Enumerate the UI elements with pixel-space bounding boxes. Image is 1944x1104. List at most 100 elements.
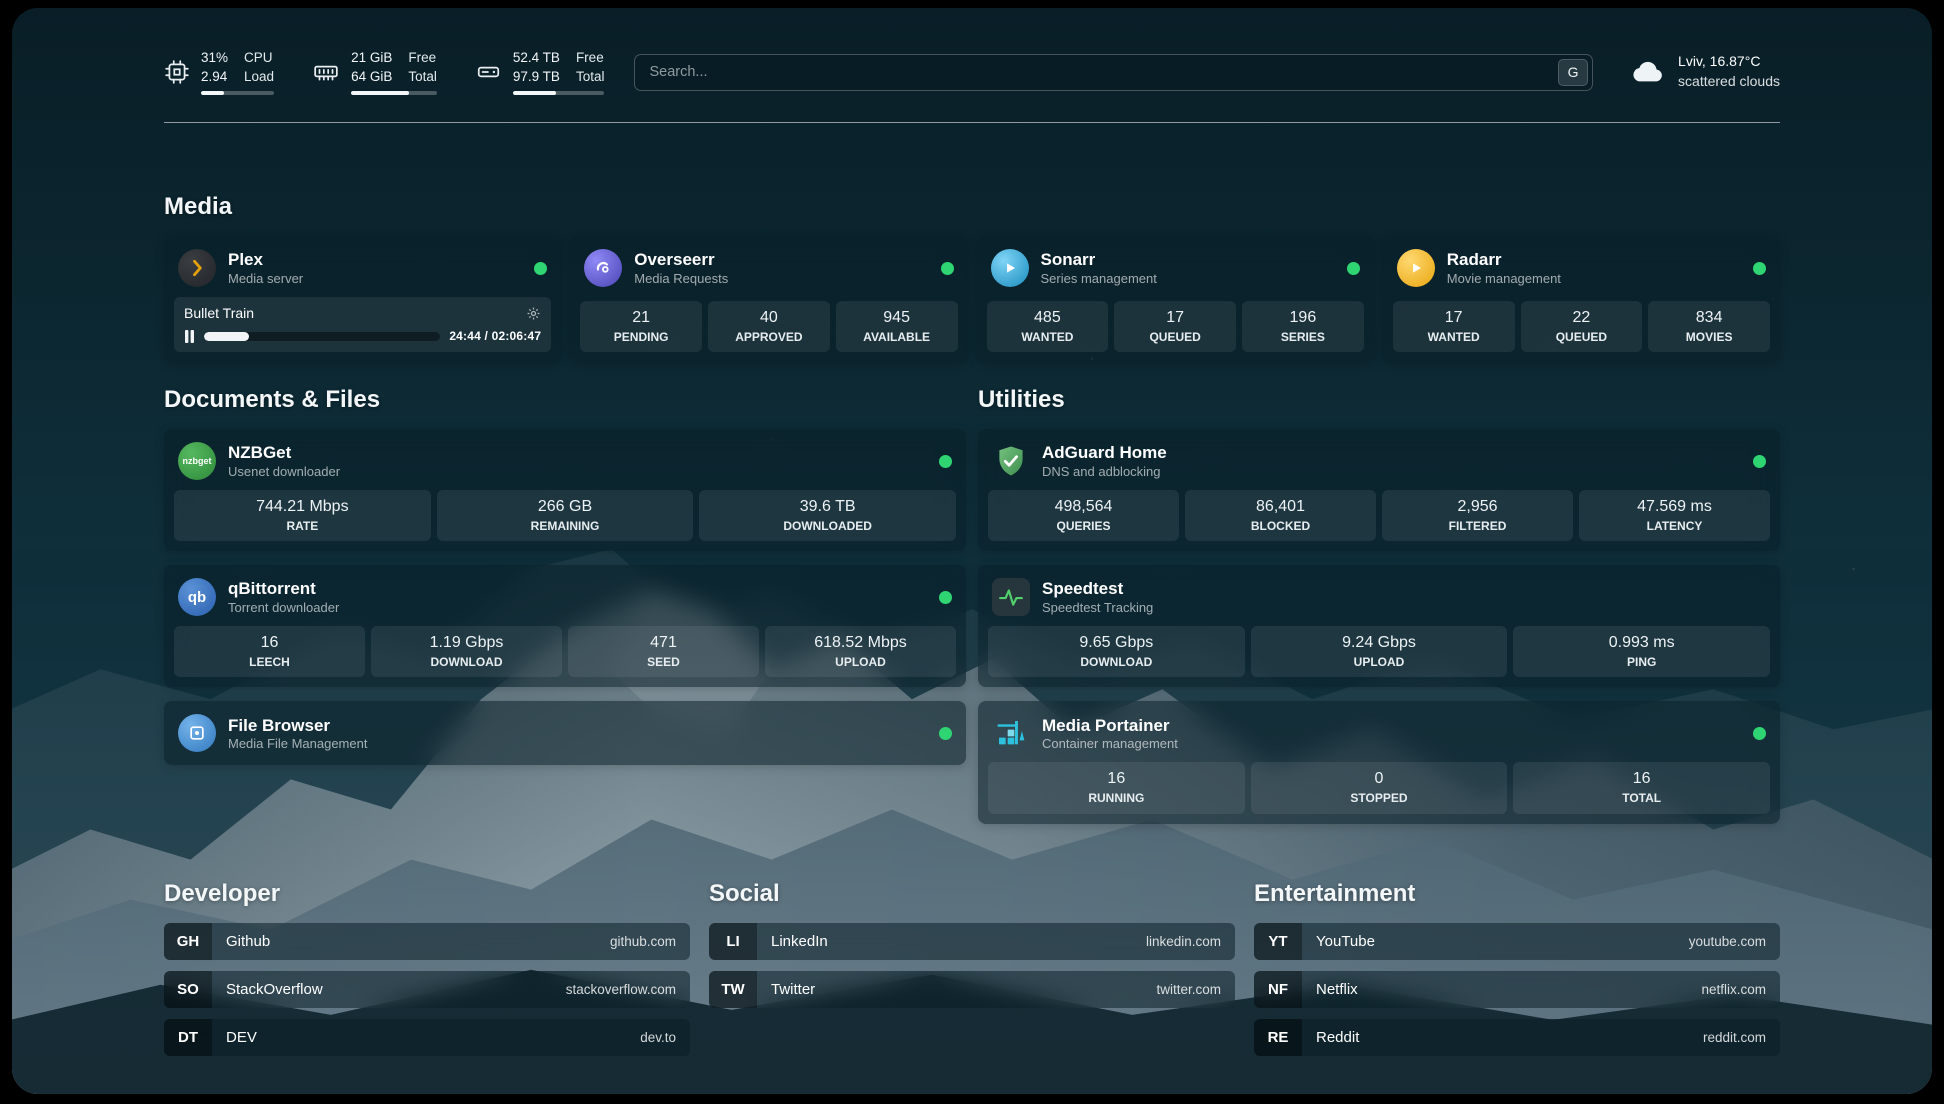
service-description: Movie management — [1447, 271, 1561, 287]
memory-total-value: 64 GiB — [351, 68, 392, 86]
stat-pending: 21PENDING — [580, 301, 702, 352]
bookmark-url: dev.to — [640, 1019, 690, 1056]
stat-approved: 40APPROVED — [708, 301, 830, 352]
bookmark-name: LinkedIn — [757, 923, 828, 960]
bookmark-name: DEV — [212, 1019, 257, 1056]
system-metrics: 31% 2.94 CPU Load — [164, 49, 604, 94]
plex-now-playing: Bullet Train — [174, 297, 551, 352]
bookmark-netflix[interactable]: NF Netflix netflix.com — [1254, 971, 1780, 1008]
service-name: Plex — [228, 249, 303, 270]
memory-free-label: Free — [408, 49, 437, 67]
service-card-filebrowser[interactable]: File Browser Media File Management — [164, 701, 966, 765]
service-card-qbittorrent[interactable]: qb qBittorrent Torrent downloader 16LEEC… — [164, 565, 966, 687]
section-title-social: Social — [709, 880, 1235, 908]
memory-usage-bar — [351, 91, 437, 95]
stat-series: 196SERIES — [1242, 301, 1364, 352]
section-documents-files: Documents & Files nzbget NZBGet Usenet d… — [164, 386, 966, 765]
status-dot — [939, 727, 952, 740]
bookmark-name: Reddit — [1302, 1019, 1359, 1056]
service-description: Series management — [1041, 271, 1157, 287]
section-media: Media Plex Media server — [164, 193, 1780, 362]
bookmark-name: StackOverflow — [212, 971, 323, 1008]
service-card-radarr[interactable]: Radarr Movie management 17WANTED 22QUEUE… — [1383, 236, 1780, 362]
bookmark-youtube[interactable]: YT YouTube youtube.com — [1254, 923, 1780, 960]
service-name: AdGuard Home — [1042, 442, 1167, 463]
stat-running: 16RUNNING — [988, 762, 1245, 813]
bookmark-url: twitter.com — [1156, 971, 1235, 1008]
service-name: qBittorrent — [228, 578, 339, 599]
bookmark-url: linkedin.com — [1146, 923, 1235, 960]
bookmark-name: Netflix — [1302, 971, 1358, 1008]
service-card-plex[interactable]: Plex Media server Bullet Train — [164, 236, 561, 362]
service-description: Usenet downloader — [228, 464, 340, 480]
service-description: Speedtest Tracking — [1042, 600, 1153, 616]
memory-widget: 21 GiB 64 GiB Free Total — [312, 49, 437, 94]
status-dot — [941, 262, 954, 275]
bookmark-abbr: TW — [709, 971, 757, 1008]
service-name: Speedtest — [1042, 578, 1153, 599]
bookmark-github[interactable]: GH Github github.com — [164, 923, 690, 960]
stat-upload: 618.52 MbpsUPLOAD — [765, 626, 956, 677]
bookmark-twitter[interactable]: TW Twitter twitter.com — [709, 971, 1235, 1008]
stat-total: 16TOTAL — [1513, 762, 1770, 813]
topbar-divider — [164, 122, 1780, 123]
overseerr-icon — [584, 249, 622, 287]
cloud-icon — [1629, 56, 1667, 88]
service-description: Media Requests — [634, 271, 728, 287]
service-description: Media server — [228, 271, 303, 287]
bookmark-stackoverflow[interactable]: SO StackOverflow stackoverflow.com — [164, 971, 690, 1008]
section-title-media: Media — [164, 193, 1780, 221]
cpu-usage-label: CPU — [244, 49, 274, 67]
section-social: Social LI LinkedIn linkedin.com TW Twitt… — [709, 880, 1235, 1067]
portainer-crane-icon — [992, 714, 1030, 752]
service-card-speedtest[interactable]: Speedtest Speedtest Tracking 9.65 GbpsDO… — [978, 565, 1780, 687]
memory-free-value: 21 GiB — [351, 49, 392, 67]
bookmark-linkedin[interactable]: LI LinkedIn linkedin.com — [709, 923, 1235, 960]
adguard-shield-icon — [992, 442, 1030, 480]
stat-blocked: 86,401BLOCKED — [1185, 490, 1376, 541]
filebrowser-icon — [178, 714, 216, 752]
disk-total-label: Total — [576, 68, 605, 86]
radarr-icon — [1397, 249, 1435, 287]
bookmark-reddit[interactable]: RE Reddit reddit.com — [1254, 1019, 1780, 1056]
memory-icon — [312, 59, 340, 85]
service-name: File Browser — [228, 715, 367, 736]
search-provider-button[interactable]: G — [1558, 59, 1588, 86]
bookmark-dev[interactable]: DT DEV dev.to — [164, 1019, 690, 1056]
bookmark-abbr: DT — [164, 1019, 212, 1056]
bookmark-url: netflix.com — [1701, 971, 1780, 1008]
pause-icon[interactable] — [184, 330, 195, 343]
bookmark-name: Github — [212, 923, 270, 960]
weather-location-temp: Lviv, 16.87°C — [1678, 52, 1780, 72]
service-card-overseerr[interactable]: Overseerr Media Requests 21PENDING 40APP… — [570, 236, 967, 362]
service-card-sonarr[interactable]: Sonarr Series management 485WANTED 17QUE… — [977, 236, 1374, 362]
bookmark-url: youtube.com — [1689, 923, 1780, 960]
playback-progress-bar[interactable] — [204, 332, 440, 341]
service-card-nzbget[interactable]: nzbget NZBGet Usenet downloader 744.21 M… — [164, 429, 966, 551]
section-title-utilities: Utilities — [978, 386, 1780, 414]
nzbget-icon: nzbget — [178, 442, 216, 480]
weather-condition: scattered clouds — [1678, 72, 1780, 92]
bookmark-name: YouTube — [1302, 923, 1375, 960]
service-name: Radarr — [1447, 249, 1561, 270]
weather-widget: Lviv, 16.87°C scattered clouds — [1629, 52, 1780, 91]
bookmark-abbr: RE — [1254, 1019, 1302, 1056]
now-playing-title: Bullet Train — [184, 305, 254, 321]
bookmark-abbr: LI — [709, 923, 757, 960]
gear-icon[interactable] — [526, 306, 541, 321]
stat-wanted: 485WANTED — [987, 301, 1109, 352]
service-name: Sonarr — [1041, 249, 1157, 270]
search-bar: G — [634, 54, 1593, 91]
bookmark-abbr: YT — [1254, 923, 1302, 960]
search-input[interactable] — [634, 54, 1593, 91]
service-card-adguard[interactable]: AdGuard Home DNS and adblocking 498,564Q… — [978, 429, 1780, 551]
section-title-documents: Documents & Files — [164, 386, 966, 414]
stat-movies: 834MOVIES — [1648, 301, 1770, 352]
service-card-portainer[interactable]: Media Portainer Container management 16R… — [978, 701, 1780, 823]
sonarr-icon — [991, 249, 1029, 287]
section-utilities: Utilities — [978, 386, 1780, 824]
stat-remaining: 266 GBREMAINING — [437, 490, 694, 541]
status-dot — [1753, 727, 1766, 740]
section-entertainment: Entertainment YT YouTube youtube.com NF … — [1254, 880, 1780, 1067]
disk-free-label: Free — [576, 49, 605, 67]
